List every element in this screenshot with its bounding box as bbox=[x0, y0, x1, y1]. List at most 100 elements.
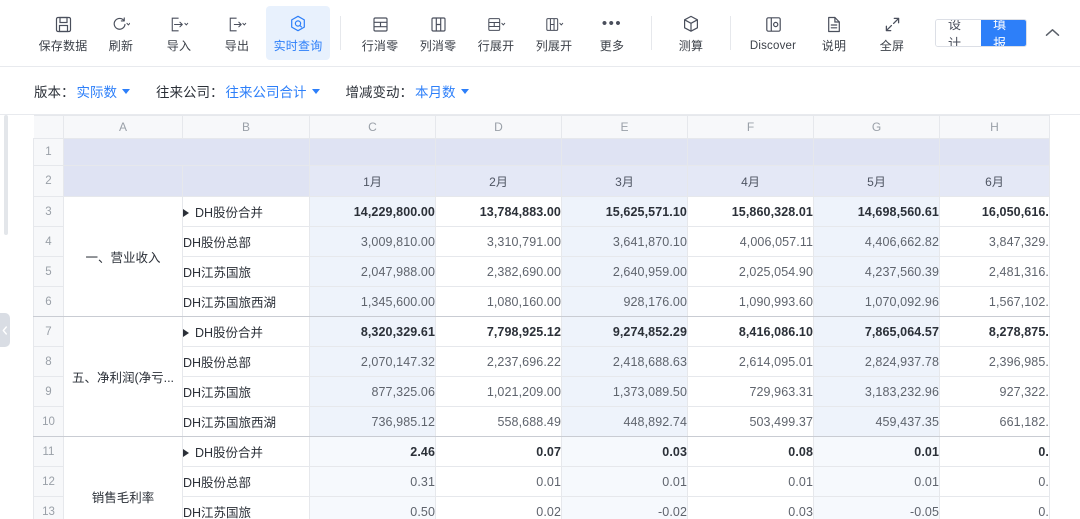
expand-triangle-icon[interactable] bbox=[183, 449, 189, 457]
row-header-7[interactable]: 7 bbox=[33, 316, 64, 347]
filter-change[interactable]: 增减变动 ： 本月数 bbox=[346, 81, 469, 101]
expand-triangle-icon[interactable] bbox=[183, 329, 189, 337]
month-header-cell[interactable]: 3月 bbox=[561, 165, 688, 197]
entity-cell[interactable]: DH股份合并 bbox=[182, 436, 310, 467]
value-cell[interactable]: 4,406,662.82 bbox=[813, 226, 940, 257]
cell-r2-blank[interactable] bbox=[182, 165, 310, 197]
row-header-3[interactable]: 3 bbox=[33, 196, 64, 227]
value-cell[interactable]: 7,798,925.12 bbox=[435, 316, 562, 347]
value-cell[interactable]: 558,688.49 bbox=[435, 406, 562, 437]
value-cell[interactable]: 2,640,959.00 bbox=[561, 256, 688, 287]
value-cell[interactable]: 4,237,560.39 bbox=[813, 256, 940, 287]
value-cell[interactable]: 15,625,571.10 bbox=[561, 196, 688, 227]
value-cell[interactable]: 0.50 bbox=[309, 496, 436, 519]
value-cell[interactable]: 2,481,316. bbox=[939, 256, 1050, 287]
value-cell[interactable]: 0.01 bbox=[687, 466, 814, 497]
refresh-button[interactable]: 刷新 bbox=[92, 6, 150, 60]
value-cell[interactable]: 877,325.06 bbox=[309, 376, 436, 407]
column-header-h[interactable]: H bbox=[939, 115, 1050, 139]
row-header-8[interactable]: 8 bbox=[33, 346, 64, 377]
expand-triangle-icon[interactable] bbox=[183, 209, 189, 217]
value-cell[interactable]: 661,182. bbox=[939, 406, 1050, 437]
value-cell[interactable]: 448,892.74 bbox=[561, 406, 688, 437]
value-cell[interactable]: 1,080,160.00 bbox=[435, 286, 562, 317]
collapse-toolbar-button[interactable] bbox=[1037, 16, 1068, 50]
export-button[interactable]: 导出 bbox=[208, 6, 266, 60]
entity-cell[interactable]: DH江苏国旅西湖 bbox=[182, 286, 310, 317]
table-row[interactable]: 13 DH江苏国旅 0.50 0.02 -0.02 0.03 -0.05 0. bbox=[33, 496, 1050, 519]
row-header-13[interactable]: 13 bbox=[33, 496, 64, 519]
help-button[interactable]: 说明 bbox=[805, 6, 863, 60]
value-cell[interactable]: 736,985.12 bbox=[309, 406, 436, 437]
fullscreen-button[interactable]: 全屏 bbox=[863, 6, 921, 60]
cell-r1[interactable] bbox=[813, 138, 940, 166]
value-cell[interactable]: 0.03 bbox=[561, 436, 688, 467]
value-cell[interactable]: 2,824,937.78 bbox=[813, 346, 940, 377]
value-cell[interactable]: 1,021,209.00 bbox=[435, 376, 562, 407]
value-cell[interactable]: 3,847,329. bbox=[939, 226, 1050, 257]
column-header-f[interactable]: F bbox=[687, 115, 814, 139]
vertical-scrollbar[interactable] bbox=[4, 115, 8, 235]
row-header-5[interactable]: 5 bbox=[33, 256, 64, 287]
row-header-4[interactable]: 4 bbox=[33, 226, 64, 257]
value-cell[interactable]: 16,050,616. bbox=[939, 196, 1050, 227]
value-cell[interactable]: 1,373,089.50 bbox=[561, 376, 688, 407]
row-header-1[interactable]: 1 bbox=[33, 138, 64, 166]
entity-cell[interactable]: DH股份总部 bbox=[182, 466, 310, 497]
calculate-button[interactable]: 测算 bbox=[662, 6, 720, 60]
entity-cell[interactable]: DH股份合并 bbox=[182, 196, 310, 227]
column-header-e[interactable]: E bbox=[561, 115, 688, 139]
table-row[interactable]: 7 五、净利润(净亏... DH股份合并 8,320,329.61 7,798,925.… bbox=[33, 316, 1050, 437]
month-header-cell[interactable]: 5月 bbox=[813, 165, 940, 197]
mode-design-tab[interactable]: 设计 bbox=[936, 20, 982, 46]
month-header-cell[interactable]: 2月 bbox=[435, 165, 562, 197]
filter-version[interactable]: 版本 ： 实际数 bbox=[34, 81, 130, 101]
value-cell[interactable]: 1,090,993.60 bbox=[687, 286, 814, 317]
value-cell[interactable]: 2,382,690.00 bbox=[435, 256, 562, 287]
value-cell[interactable]: 2.46 bbox=[309, 436, 436, 467]
group-label-cell[interactable]: 一、营业收入 bbox=[63, 196, 183, 317]
sidebar-collapse-handle[interactable] bbox=[0, 313, 10, 347]
value-cell[interactable]: 2,237,696.22 bbox=[435, 346, 562, 377]
value-cell[interactable]: 0.01 bbox=[813, 466, 940, 497]
month-header-cell[interactable]: 1月 bbox=[309, 165, 436, 197]
filter-change-value-dropdown[interactable]: 本月数 bbox=[415, 81, 469, 101]
column-header-b[interactable]: B bbox=[182, 115, 310, 139]
value-cell[interactable]: 2,614,095.01 bbox=[687, 346, 814, 377]
realtime-query-button[interactable]: 实时查询 bbox=[266, 6, 330, 60]
value-cell[interactable]: 2,025,054.90 bbox=[687, 256, 814, 287]
table-row[interactable]: 10 DH江苏国旅西湖 736,985.12 558,688.49 448,892.74… bbox=[33, 406, 1050, 437]
table-row[interactable]: 8 DH股份总部 2,070,147.32 2,237,696.22 2,418,688… bbox=[33, 346, 1050, 377]
month-header-cell[interactable]: 6月 bbox=[939, 165, 1050, 197]
data-grid[interactable]: A B C D E F G H 1 2 1月 2月 3月 4月 5月 6月 3 一、营业收入 DH股份合并 14,22… bbox=[33, 115, 1050, 519]
value-cell[interactable]: 14,698,560.61 bbox=[813, 196, 940, 227]
value-cell[interactable]: 1,567,102. bbox=[939, 286, 1050, 317]
value-cell[interactable]: 3,009,810.00 bbox=[309, 226, 436, 257]
value-cell[interactable]: 1,070,092.96 bbox=[813, 286, 940, 317]
value-cell[interactable]: 0.07 bbox=[435, 436, 562, 467]
cell-r1[interactable] bbox=[939, 138, 1050, 166]
value-cell[interactable]: 2,070,147.32 bbox=[309, 346, 436, 377]
value-cell[interactable]: 9,274,852.29 bbox=[561, 316, 688, 347]
filter-version-value-dropdown[interactable]: 实际数 bbox=[77, 81, 130, 101]
group-label-cell[interactable]: 五、净利润(净亏... bbox=[63, 316, 183, 437]
entity-cell[interactable]: DH股份合并 bbox=[182, 316, 310, 347]
select-all-corner[interactable] bbox=[33, 115, 64, 139]
value-cell[interactable]: 0.03 bbox=[687, 496, 814, 519]
table-row[interactable]: 3 一、营业收入 DH股份合并 14,229,800.00 13,784,883.00 1… bbox=[33, 196, 1050, 317]
value-cell[interactable]: 3,310,791.00 bbox=[435, 226, 562, 257]
cell-r1[interactable] bbox=[309, 138, 436, 166]
value-cell[interactable]: 2,396,985. bbox=[939, 346, 1050, 377]
import-button[interactable]: 导入 bbox=[150, 6, 208, 60]
save-data-button[interactable]: 保存数据 bbox=[34, 6, 92, 60]
mode-fill-tab[interactable]: 填报 bbox=[981, 20, 1027, 46]
filter-company-value-dropdown[interactable]: 往来公司合计 bbox=[226, 81, 320, 101]
value-cell[interactable]: 0.01 bbox=[561, 466, 688, 497]
row-header-11[interactable]: 11 bbox=[33, 436, 64, 467]
value-cell[interactable]: 15,860,328.01 bbox=[687, 196, 814, 227]
table-row[interactable]: 12 DH股份总部 0.31 0.01 0.01 0.01 0.01 0. bbox=[33, 466, 1050, 497]
table-row[interactable]: 6 DH江苏国旅西湖 1,345,600.00 1,080,160.00 928,176… bbox=[33, 286, 1050, 317]
month-header-cell[interactable]: 4月 bbox=[687, 165, 814, 197]
entity-cell[interactable]: DH股份总部 bbox=[182, 226, 310, 257]
value-cell[interactable]: -0.02 bbox=[561, 496, 688, 519]
